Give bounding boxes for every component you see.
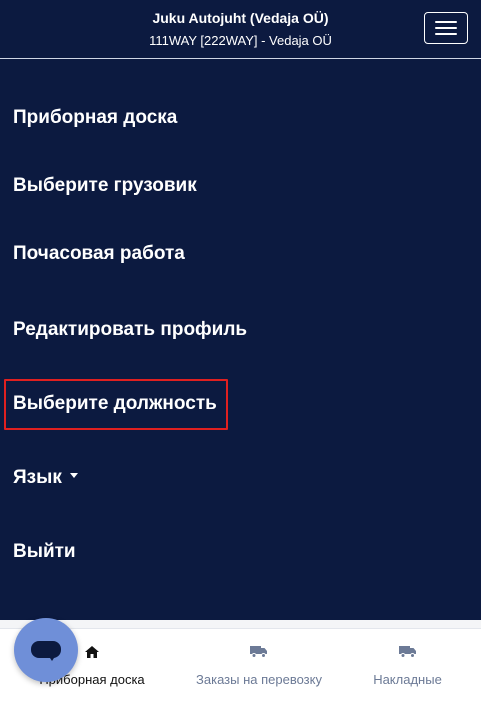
nav-menu: Приборная доска Выберите грузовик Почасо… — [0, 60, 481, 620]
menu-item-hourly-work[interactable]: Почасовая работа — [13, 243, 185, 265]
menu-item-select-truck[interactable]: Выберите грузовик — [13, 175, 197, 197]
hamburger-line — [435, 21, 457, 23]
chat-icon-tail — [48, 655, 56, 661]
menu-item-edit-profile[interactable]: Редактировать профиль — [13, 319, 247, 341]
truck-icon — [250, 645, 268, 663]
tab-label: Накладные — [373, 672, 442, 687]
menu-item-logout[interactable]: Выйти — [13, 541, 76, 563]
caret-down-icon — [69, 473, 78, 479]
menu-item-dashboard[interactable]: Приборная доска — [13, 107, 177, 129]
header-subtitle: 111WAY [222WAY] - Vedaja OÜ — [149, 33, 332, 48]
chat-icon — [31, 641, 61, 658]
menu-toggle-button[interactable] — [424, 12, 468, 44]
tab-transport-orders[interactable]: Заказы на перевозку — [184, 629, 334, 705]
menu-item-select-position[interactable]: Выберите должность — [13, 393, 217, 415]
chat-button[interactable] — [14, 618, 78, 682]
menu-item-language[interactable]: Язык — [13, 467, 78, 489]
app-header: Juku Autojuht (Vedaja OÜ) 111WAY [222WAY… — [0, 0, 481, 59]
tab-label: Заказы на перевозку — [196, 672, 322, 687]
home-icon — [84, 645, 100, 664]
hamburger-line — [435, 33, 457, 35]
truck-icon — [398, 645, 417, 663]
header-title: Juku Autojuht (Vedaja OÜ) — [152, 10, 329, 26]
language-label: Язык — [13, 467, 62, 488]
hamburger-line — [435, 27, 457, 29]
tab-waybills[interactable]: Накладные — [334, 629, 481, 705]
